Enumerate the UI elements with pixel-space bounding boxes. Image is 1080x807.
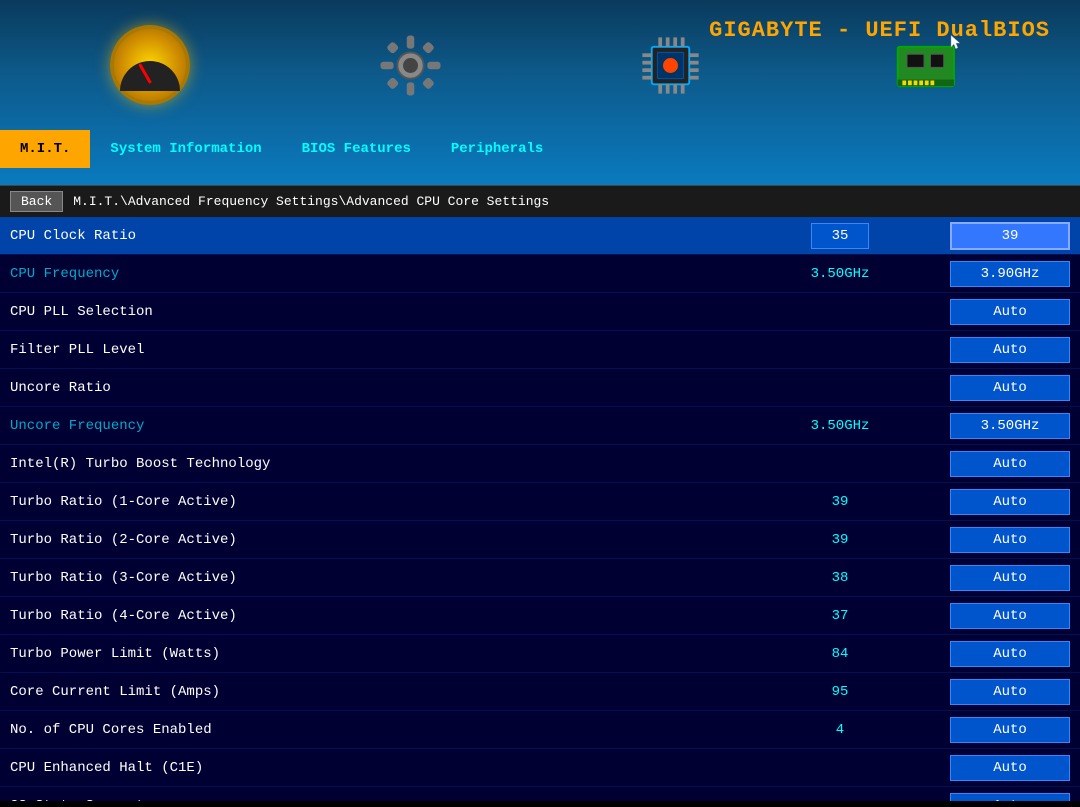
setting-value-right[interactable]: Auto [950,717,1070,743]
settings-row[interactable]: CPU Clock Ratio35 39 [0,217,1080,255]
setting-value-right[interactable]: Auto [950,755,1070,781]
setting-name: Core Current Limit (Amps) [10,684,740,700]
setting-value-center: 84 [740,646,940,662]
setting-name: Uncore Ratio [10,380,740,396]
settings-row[interactable]: CPU PLL Selection Auto [0,293,1080,331]
settings-row[interactable]: Core Current Limit (Amps)95 Auto [0,673,1080,711]
settings-row[interactable]: Filter PLL Level Auto [0,331,1080,369]
setting-value-right[interactable]: Auto [950,793,1070,802]
gear-icon [373,28,448,103]
setting-name: Intel(R) Turbo Boost Technology [10,456,740,472]
setting-value-center: 35 [740,228,940,244]
setting-name: CPU Frequency [10,266,740,282]
setting-value-right[interactable]: Auto [950,375,1070,401]
setting-name: Uncore Frequency [10,418,740,434]
settings-row[interactable]: CPU Frequency3.50GHz 3.90GHz [0,255,1080,293]
setting-value-center: 37 [740,608,940,624]
brand-name-suffix: DualBIOS [922,18,1050,43]
breadcrumb-path: M.I.T.\Advanced Frequency Settings\Advan… [73,194,549,209]
setting-value-right[interactable]: Auto [950,641,1070,667]
settings-row[interactable]: Intel(R) Turbo Boost Technology Auto [0,445,1080,483]
setting-name: Turbo Ratio (1-Core Active) [10,494,740,510]
setting-name: CPU Enhanced Halt (C1E) [10,760,740,776]
main-content: CPU Clock Ratio3539CPU Frequency3.50GHz3… [0,217,1080,801]
header: GIGABYTE - UEFI DualBIOS [0,0,1080,185]
setting-name: CPU Clock Ratio [10,228,740,244]
setting-value-center: 38 [740,570,940,586]
setting-value-center: 39 [740,494,940,510]
brand-name-prefix: GIGABYTE - [709,18,865,43]
setting-name: Turbo Ratio (4-Core Active) [10,608,740,624]
setting-value-right[interactable]: Auto [950,299,1070,325]
settings-row[interactable]: Turbo Ratio (1-Core Active)39 Auto [0,483,1080,521]
settings-row[interactable]: Uncore Frequency3.50GHz3.50GHz [0,407,1080,445]
chip-icon [633,28,708,103]
setting-name: Filter PLL Level [10,342,740,358]
setting-value-right[interactable]: Auto [950,489,1070,515]
brand-title: GIGABYTE - UEFI DualBIOS [709,18,1050,43]
setting-value-right[interactable]: Auto [950,451,1070,477]
setting-name: Turbo Power Limit (Watts) [10,646,740,662]
settings-row[interactable]: Turbo Ratio (4-Core Active)37 Auto [0,597,1080,635]
setting-value-center: 3.50GHz [740,418,940,434]
setting-value-center: 3.50GHz [740,266,940,282]
settings-table: CPU Clock Ratio3539CPU Frequency3.50GHz3… [0,217,1080,801]
setting-value-center: 95 [740,684,940,700]
settings-row[interactable]: Turbo Power Limit (Watts)84 Auto [0,635,1080,673]
speedometer-icon [110,25,190,105]
setting-value-right[interactable]: Auto [950,337,1070,363]
settings-row[interactable]: CPU Enhanced Halt (C1E) Auto [0,749,1080,787]
settings-row[interactable]: Turbo Ratio (2-Core Active)39 Auto [0,521,1080,559]
setting-value-right[interactable]: Auto [950,603,1070,629]
settings-row[interactable]: No. of CPU Cores Enabled4 Auto [0,711,1080,749]
setting-value-right[interactable]: 3.50GHz [950,413,1070,439]
setting-value-center: 39 [740,532,940,548]
setting-value-right[interactable]: 3.90GHz [950,261,1070,287]
tab-system-information[interactable]: System Information [90,130,281,168]
brand-name-highlight: UEFI [865,18,922,43]
setting-name: Turbo Ratio (3-Core Active) [10,570,740,586]
breadcrumb-bar: Back M.I.T.\Advanced Frequency Settings\… [0,185,1080,217]
setting-name: No. of CPU Cores Enabled [10,722,740,738]
settings-row[interactable]: C3 State Support Auto [0,787,1080,801]
nav-tabs: M.I.T. System Information BIOS Features … [0,130,1080,168]
tab-mit[interactable]: M.I.T. [0,130,90,168]
settings-row[interactable]: Uncore Ratio Auto [0,369,1080,407]
needle-icon [138,63,152,84]
nav-icon-mit[interactable] [20,25,280,105]
setting-value-right[interactable]: Auto [950,679,1070,705]
settings-row[interactable]: Turbo Ratio (3-Core Active)38 Auto [0,559,1080,597]
nav-icon-system[interactable] [280,28,540,103]
setting-name: C3 State Support [10,798,740,802]
setting-value-center: 4 [740,722,940,738]
setting-name: CPU PLL Selection [10,304,740,320]
setting-value-right[interactable]: Auto [950,565,1070,591]
tab-bios-features[interactable]: BIOS Features [282,130,431,168]
setting-value-right[interactable]: 39 [950,222,1070,250]
setting-value-right[interactable]: Auto [950,527,1070,553]
back-button[interactable]: Back [10,191,63,212]
tab-peripherals[interactable]: Peripherals [431,130,563,168]
setting-name: Turbo Ratio (2-Core Active) [10,532,740,548]
